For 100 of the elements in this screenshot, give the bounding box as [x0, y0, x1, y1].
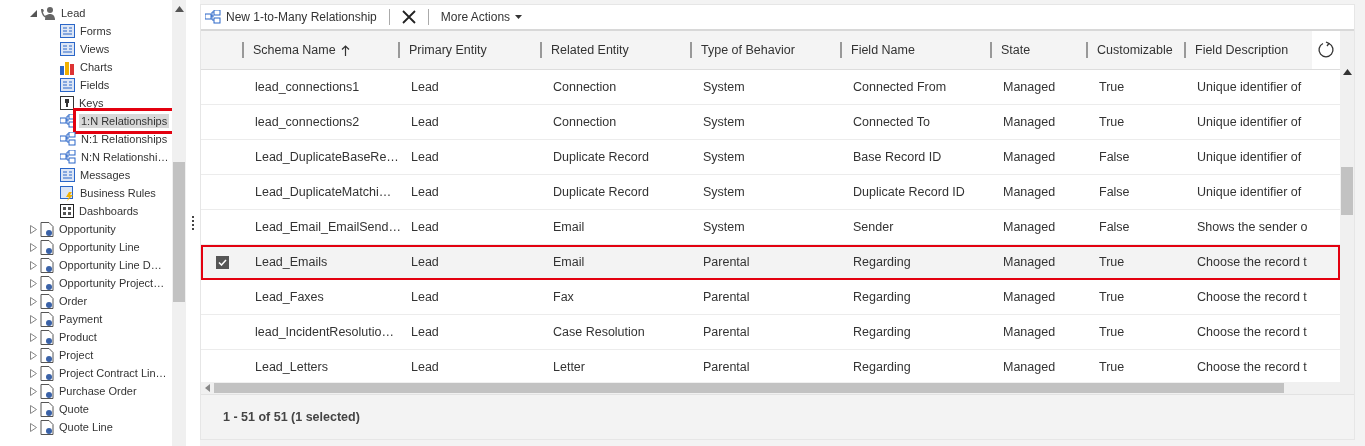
column-header[interactable]: Primary Entity [398, 42, 540, 58]
tree-item[interactable]: Forms [78, 24, 114, 38]
document-icon [40, 401, 54, 417]
rules-icon [60, 185, 75, 201]
key-icon [60, 96, 74, 110]
expand-icon[interactable] [30, 350, 37, 360]
table-cell-text: Lead_DuplicateBaseRe… [254, 150, 400, 164]
tree-item[interactable]: N:1 Relationships [79, 132, 170, 146]
column-header[interactable]: Field Name [840, 42, 990, 58]
tree-item[interactable]: Lead [59, 6, 88, 20]
table-cell-text: Choose the record t [1196, 360, 1308, 374]
tree-item[interactable]: Project [57, 348, 96, 362]
table-cell-text: Choose the record t [1196, 325, 1308, 339]
tree-item[interactable]: Quote Line [57, 420, 115, 434]
expand-icon[interactable] [30, 332, 37, 342]
collapse-icon[interactable] [30, 9, 37, 17]
tree-item[interactable]: N:N Relationshi… [79, 150, 171, 164]
tree-item[interactable]: Product [57, 330, 99, 344]
table-cell-text: Lead [410, 220, 440, 234]
expand-icon[interactable] [30, 224, 37, 234]
table-cell-text: Duplicate Record [552, 185, 650, 199]
contact-icon [40, 6, 56, 20]
table-cell-text: Regarding [852, 290, 912, 304]
splitter-handle-icon[interactable] [191, 215, 195, 231]
tree-item[interactable]: Opportunity [57, 222, 118, 236]
tree-item[interactable]: Charts [78, 60, 115, 74]
table-cell-text: Lead [410, 80, 440, 94]
table-cell-text: True [1098, 290, 1126, 304]
tree-item[interactable]: Quote [57, 402, 91, 416]
table-cell-text: Lead_DuplicateMatchi… [254, 185, 393, 199]
tree-item[interactable]: Business Rules [78, 186, 158, 200]
table-cell-text: lead_connections2 [254, 115, 361, 129]
tree-item[interactable]: Fields [78, 78, 112, 92]
expand-icon[interactable] [30, 278, 37, 288]
table-cell-text: Sender [852, 220, 895, 234]
dashboard-icon [60, 204, 74, 218]
refresh-icon[interactable] [1317, 41, 1335, 59]
form-icon [60, 168, 75, 182]
form-icon [60, 24, 75, 38]
tree-item[interactable]: Opportunity Project… [57, 276, 167, 290]
table-cell-text: Choose the record t [1196, 255, 1308, 269]
expand-icon[interactable] [30, 314, 37, 324]
document-icon [40, 239, 54, 255]
table-cell-text: False [1098, 150, 1131, 164]
table-cell-text: Connection [552, 80, 618, 94]
expand-icon[interactable] [30, 422, 37, 432]
table-cell-text: Unique identifier of [1196, 150, 1303, 164]
table-cell-text: Regarding [852, 325, 912, 339]
expand-icon[interactable] [30, 368, 37, 378]
column-header[interactable]: Type of Behavior [690, 42, 840, 58]
expand-icon[interactable] [30, 260, 37, 270]
table-cell-text: Duplicate Record ID [852, 185, 966, 199]
table-cell-text: Lead [410, 185, 440, 199]
table-cell-text: Managed [1002, 115, 1057, 129]
expand-icon[interactable] [30, 296, 37, 306]
tree-item[interactable]: Views [78, 42, 112, 56]
document-icon [40, 365, 54, 381]
table-cell-text: Email [552, 220, 586, 234]
tree-item[interactable]: Keys [77, 96, 106, 110]
row-checkbox[interactable] [216, 255, 229, 269]
column-header[interactable]: Schema Name [242, 42, 398, 58]
table-cell-text: Case Resolution [552, 325, 646, 339]
vertical-scrollbar[interactable] [1340, 31, 1354, 394]
scrollbar-thumb[interactable] [1341, 167, 1353, 215]
table-cell-text: Lead_Emails [254, 255, 329, 269]
document-icon [40, 419, 54, 435]
table-cell-text: System [702, 115, 746, 129]
tree-item[interactable]: Order [57, 294, 90, 308]
scrollbar-thumb[interactable] [173, 162, 185, 302]
horizontal-scrollbar[interactable] [201, 382, 1340, 394]
tree-item[interactable]: Opportunity Line [57, 240, 142, 254]
expand-icon[interactable] [30, 386, 37, 396]
expand-icon[interactable] [30, 242, 37, 252]
scroll-up-icon[interactable] [1342, 69, 1352, 75]
table-cell-text: Parental [702, 255, 751, 269]
more-actions-button[interactable]: More Actions [438, 6, 525, 28]
table-row[interactable]: Lead_Emails Lead Email Parental Regarding Managed True Choose the record t [201, 245, 1340, 280]
tree-item[interactable]: Payment [57, 312, 105, 326]
tree-item[interactable]: Project Contract Lin… [57, 366, 169, 380]
new-relationship-button[interactable]: New 1-to-Many Relationship [203, 6, 379, 28]
tree-item[interactable]: Dashboards [77, 204, 141, 218]
table-cell-text: True [1098, 325, 1126, 339]
column-header[interactable]: Customizable [1086, 42, 1184, 58]
table-cell-text: Email [552, 255, 586, 269]
form-icon [60, 42, 75, 56]
tree-item[interactable]: Opportunity Line D… [57, 258, 164, 272]
column-header[interactable]: Related Entity [540, 42, 690, 58]
column-header[interactable]: State [990, 42, 1086, 58]
table-cell-text: False [1098, 220, 1131, 234]
table-cell-text: Lead [410, 150, 440, 164]
document-icon [40, 347, 54, 363]
table-cell-text: Regarding [852, 255, 912, 269]
tree-item[interactable]: Messages [78, 168, 133, 182]
scroll-left-icon[interactable] [205, 384, 210, 392]
record-count: 1 - 51 of 51 (1 selected) [223, 410, 360, 424]
scrollbar[interactable] [172, 0, 186, 446]
expand-icon[interactable] [30, 404, 37, 414]
scroll-up-icon[interactable] [174, 6, 184, 12]
tree-item[interactable]: Purchase Order [57, 384, 139, 398]
scrollbar-thumb[interactable] [214, 383, 1284, 393]
